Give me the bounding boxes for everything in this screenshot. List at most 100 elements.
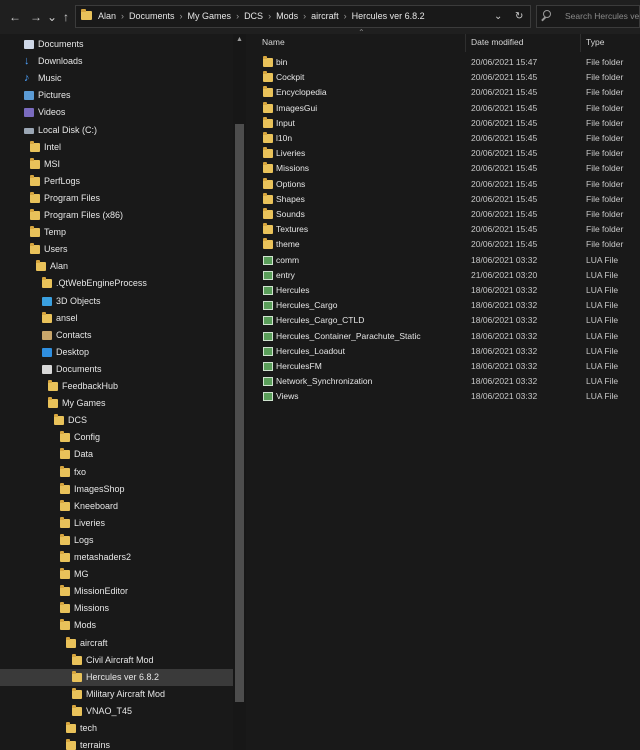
nav-item[interactable]: Users <box>0 241 233 258</box>
nav-item[interactable]: ImagesShop <box>0 481 233 498</box>
nav-item[interactable]: Liveries <box>0 515 233 532</box>
breadcrumb-separator-icon[interactable]: › <box>231 11 244 21</box>
file-row[interactable]: Encyclopedia 20/06/2021 15:45 File folder <box>246 85 640 100</box>
nav-item[interactable]: FeedbackHub <box>0 378 233 395</box>
nav-item[interactable]: Logs <box>0 532 233 549</box>
forward-arrow-icon[interactable]: → <box>29 9 43 25</box>
nav-item[interactable]: MSI <box>0 156 233 173</box>
navigation-scrollbar-thumb[interactable] <box>235 124 244 702</box>
recent-locations-chevron-icon[interactable]: ⌄ <box>45 9 59 25</box>
breadcrumb-item[interactable]: aircraft <box>311 11 339 21</box>
search-box[interactable]: Search Hercules ve <box>536 5 640 28</box>
file-row[interactable]: Hercules_Cargo_CTLD 18/06/2021 03:32 LUA F… <box>246 313 640 328</box>
nav-item[interactable]: 3D Objects <box>0 293 233 310</box>
file-row[interactable]: Network_Synchronization 18/06/2021 03:32 L… <box>246 374 640 389</box>
back-arrow-icon[interactable]: ← <box>8 9 22 25</box>
nav-item[interactable]: ansel <box>0 310 233 327</box>
nav-item[interactable]: Downloads <box>0 53 233 70</box>
address-bar[interactable]: Alan › Documents › My Games › DCS › Mods › aircraf… <box>75 5 531 28</box>
nav-item[interactable]: .QtWebEngineProcess <box>0 275 233 292</box>
nav-item[interactable]: VNAO_T45 <box>0 703 233 720</box>
file-row[interactable]: HerculesFM 18/06/2021 03:32 LUA File <box>246 359 640 374</box>
nav-item[interactable]: MG <box>0 566 233 583</box>
nav-item-label: Logs <box>74 534 94 545</box>
file-row[interactable]: Hercules_Loadout 18/06/2021 03:32 LUA File <box>246 344 640 359</box>
file-row[interactable]: Shapes 20/06/2021 15:45 File folder <box>246 192 640 207</box>
file-row[interactable]: l10n 20/06/2021 15:45 File folder <box>246 131 640 146</box>
column-divider[interactable] <box>580 34 581 52</box>
nav-item[interactable]: PerfLogs <box>0 173 233 190</box>
breadcrumb-item[interactable]: DCS <box>244 11 263 21</box>
file-row[interactable]: Liveries 20/06/2021 15:45 File folder <box>246 146 640 161</box>
file-row[interactable]: Input 20/06/2021 15:45 File folder <box>246 116 640 131</box>
nav-item[interactable]: Contacts <box>0 327 233 344</box>
file-row[interactable]: Hercules_Container_Parachute_Static 18/06… <box>246 329 640 344</box>
nav-item[interactable]: Program Files (x86) <box>0 207 233 224</box>
nav-item[interactable]: Config <box>0 429 233 446</box>
nav-item[interactable]: Military Aircraft Mod <box>0 686 233 703</box>
nav-item[interactable]: terrains <box>0 737 233 750</box>
nav-item-label: Local Disk (C:) <box>38 124 98 135</box>
file-row[interactable]: theme 20/06/2021 15:45 File folder <box>246 237 640 252</box>
nav-item[interactable]: Data <box>0 446 233 463</box>
nav-item[interactable]: tech <box>0 720 233 737</box>
nav-item[interactable]: Kneeboard <box>0 498 233 515</box>
nav-item[interactable]: Hercules ver 6.8.2 <box>0 668 233 686</box>
file-row[interactable]: ImagesGui 20/06/2021 15:45 File folder <box>246 101 640 116</box>
lua-file-icon <box>263 362 273 371</box>
nav-item[interactable]: Music <box>0 70 233 87</box>
nav-item[interactable]: fxo <box>0 464 233 481</box>
column-header-type[interactable]: Type <box>586 34 604 50</box>
nav-item[interactable]: metashaders2 <box>0 549 233 566</box>
folder-icon <box>42 277 52 289</box>
file-row[interactable]: Cockpit 20/06/2021 15:45 File folder <box>246 70 640 85</box>
file-date-modified: 20/06/2021 15:45 <box>471 193 538 204</box>
breadcrumb-item[interactable]: My Games <box>188 11 232 21</box>
nav-item[interactable]: Intel <box>0 139 233 156</box>
column-header-date-modified[interactable]: Date modified <box>471 34 523 50</box>
file-row[interactable]: comm 18/06/2021 03:32 LUA File <box>246 253 640 268</box>
nav-item[interactable]: Documents <box>0 36 233 53</box>
up-arrow-icon[interactable]: ↑ <box>59 9 73 25</box>
breadcrumb-item[interactable]: Hercules ver 6.8.2 <box>352 11 425 21</box>
breadcrumb-separator-icon[interactable]: › <box>339 11 352 21</box>
nav-item[interactable]: Pictures <box>0 87 233 104</box>
file-row[interactable]: Hercules_Cargo 18/06/2021 03:32 LUA File <box>246 298 640 313</box>
breadcrumb-item[interactable]: Mods <box>276 11 298 21</box>
nav-item[interactable]: Documents <box>0 361 233 378</box>
nav-item[interactable]: Program Files <box>0 190 233 207</box>
nav-item[interactable]: Temp <box>0 224 233 241</box>
breadcrumb-separator-icon[interactable]: › <box>263 11 276 21</box>
column-header-name[interactable]: Name <box>262 34 285 50</box>
nav-item[interactable]: Local Disk (C:) <box>0 122 233 139</box>
breadcrumb-separator-icon[interactable]: › <box>116 11 129 21</box>
file-row[interactable]: Options 20/06/2021 15:45 File folder <box>246 177 640 192</box>
nav-item[interactable]: DCS <box>0 412 233 429</box>
address-dropdown-chevron-icon[interactable]: ⌄ <box>494 6 502 27</box>
nav-item[interactable]: My Games <box>0 395 233 412</box>
nav-item[interactable]: Missions <box>0 600 233 617</box>
file-row[interactable]: Textures 20/06/2021 15:45 File folder <box>246 222 640 237</box>
nav-item[interactable]: aircraft <box>0 635 233 652</box>
column-divider[interactable] <box>465 34 466 52</box>
file-row[interactable]: Sounds 20/06/2021 15:45 File folder <box>246 207 640 222</box>
folder-icon <box>60 448 70 460</box>
nav-item[interactable]: Alan <box>0 258 233 275</box>
breadcrumb-separator-icon[interactable]: › <box>175 11 188 21</box>
file-row[interactable]: Hercules 18/06/2021 03:32 LUA File <box>246 283 640 298</box>
file-row[interactable]: Views 18/06/2021 03:32 LUA File <box>246 389 640 404</box>
breadcrumb-item[interactable]: Documents <box>129 11 175 21</box>
nav-item[interactable]: Mods <box>0 617 233 634</box>
nav-item[interactable]: Videos <box>0 104 233 121</box>
breadcrumb-separator-icon[interactable]: › <box>298 11 311 21</box>
nav-item[interactable]: Civil Aircraft Mod <box>0 652 233 669</box>
nav-item[interactable]: Desktop <box>0 344 233 361</box>
file-name: bin <box>276 57 288 67</box>
file-row[interactable]: bin 20/06/2021 15:47 File folder <box>246 55 640 70</box>
refresh-icon[interactable]: ↻ <box>515 6 523 27</box>
file-row[interactable]: Missions 20/06/2021 15:45 File folder <box>246 161 640 176</box>
scroll-up-arrow-icon[interactable]: ▲ <box>236 36 243 43</box>
breadcrumb-item[interactable]: Alan <box>98 11 116 21</box>
file-row[interactable]: entry 21/06/2021 03:20 LUA File <box>246 268 640 283</box>
nav-item[interactable]: MissionEditor <box>0 583 233 600</box>
